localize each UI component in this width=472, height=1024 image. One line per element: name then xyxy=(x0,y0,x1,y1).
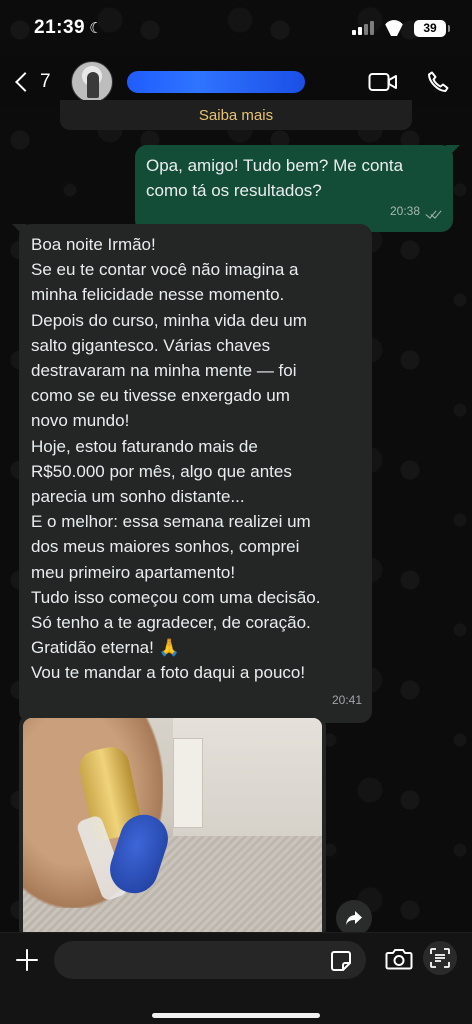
photo-message[interactable] xyxy=(19,714,326,940)
message-line: como se eu tivesse enxergado um xyxy=(31,386,290,406)
pinned-notice: Saiba mais xyxy=(60,100,412,130)
unread-count: 7 xyxy=(40,71,51,92)
moon-icon: ☾ xyxy=(89,20,104,37)
avatar[interactable] xyxy=(70,61,113,103)
chevron-left-icon xyxy=(15,72,35,92)
camera-icon[interactable] xyxy=(385,947,413,971)
message-line: Tudo isso começou com uma decisão. xyxy=(31,587,321,607)
plus-icon[interactable] xyxy=(14,947,40,973)
message-line: dos meus maiores sonhos, comprei xyxy=(31,537,300,557)
back-button[interactable]: 7 xyxy=(14,71,51,93)
learn-more-link[interactable]: Saiba mais xyxy=(199,107,273,124)
text-scan-icon[interactable] xyxy=(423,941,457,975)
sticker-icon[interactable] xyxy=(330,950,352,972)
status-time-text: 21:39 xyxy=(34,17,86,38)
message-line: Boa noite Irmão! xyxy=(31,235,156,254)
message-line: salto gigantesco. Várias chaves xyxy=(31,335,271,355)
message-line: Hoje, estou faturando mais de xyxy=(31,436,258,456)
message-line: R$50.000 por mês, algo que antes xyxy=(31,461,292,481)
status-time: 21:39 ☾ xyxy=(34,17,103,39)
battery-icon: 39 xyxy=(414,19,450,37)
incoming-message[interactable]: Boa noite Irmão! Se eu te contar você nã… xyxy=(19,224,372,723)
message-line: Gratidão eterna! 🙏 xyxy=(31,638,180,658)
photo-door xyxy=(173,738,203,828)
message-line: minha felicidade nesse momento. xyxy=(31,285,285,305)
outgoing-message[interactable]: Opa, amigo! Tudo bem? Me conta como tá o… xyxy=(135,145,453,232)
message-input[interactable] xyxy=(54,941,366,979)
message-line: destravaram na minha mente — foi xyxy=(31,361,297,381)
wifi-icon xyxy=(383,20,405,36)
message-line: Se eu te contar você não imagina a xyxy=(31,260,299,280)
status-indicators: 39 xyxy=(352,19,450,37)
phone-icon[interactable] xyxy=(426,70,450,94)
battery-level: 39 xyxy=(423,21,437,35)
header-actions xyxy=(368,70,458,94)
message-line: novo mundo! xyxy=(31,411,130,431)
keys-photo[interactable] xyxy=(23,718,322,940)
message-line: parecia um sonho distante... xyxy=(31,487,245,507)
message-line: E o melhor: essa semana realizei um xyxy=(31,512,311,532)
signal-icon xyxy=(352,21,374,35)
read-receipt-icon xyxy=(425,207,443,217)
message-line: Depois do curso, minha vida deu um xyxy=(31,310,307,330)
message-line: Vou te mandar a foto daqui a pouco! xyxy=(31,663,306,683)
message-line: meu primeiro apartamento! xyxy=(31,562,236,582)
incoming-message-time: 20:41 xyxy=(331,692,362,707)
outgoing-message-text: Opa, amigo! Tudo bem? Me conta como tá o… xyxy=(146,156,404,200)
message-composer xyxy=(0,932,472,1024)
forward-icon xyxy=(346,911,362,925)
forward-button[interactable] xyxy=(336,900,372,936)
message-line: Só tenho a te agradecer, de coração. xyxy=(31,613,311,633)
home-indicator xyxy=(152,1013,320,1018)
contact-name-redacted[interactable] xyxy=(126,71,305,93)
status-bar: 21:39 ☾ 39 xyxy=(0,0,472,56)
outgoing-message-time: 20:38 xyxy=(389,204,420,218)
video-call-icon[interactable] xyxy=(368,71,398,93)
